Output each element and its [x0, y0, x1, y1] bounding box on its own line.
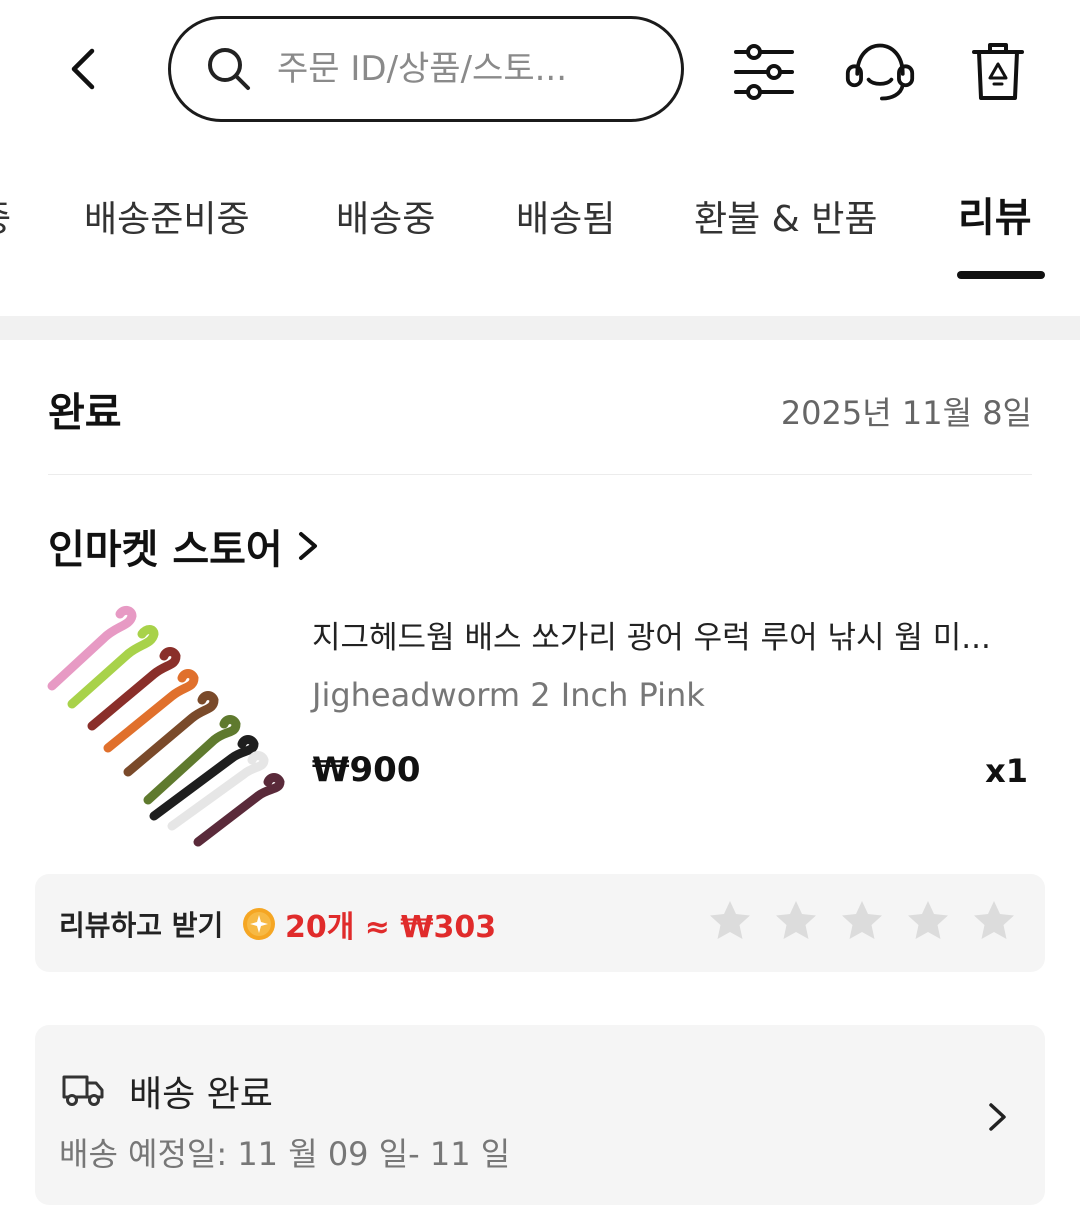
truck-icon: [62, 1075, 104, 1106]
filter-button[interactable]: [728, 36, 800, 108]
star-icon[interactable]: [773, 898, 819, 944]
headset-icon: [845, 43, 915, 101]
search-icon: [208, 48, 250, 90]
search-box[interactable]: [168, 16, 684, 122]
order-status: 완료: [48, 390, 122, 436]
star-icon[interactable]: [839, 898, 885, 944]
star-icon[interactable]: [971, 898, 1017, 944]
section-divider: [0, 316, 1080, 340]
support-button[interactable]: [844, 36, 916, 108]
review-reward-bar[interactable]: 리뷰하고 받기 20개 ≈ ₩303: [35, 874, 1045, 972]
tab-review[interactable]: 리뷰: [958, 188, 1032, 248]
chevron-right-icon: [989, 1103, 1006, 1131]
delivery-status-card[interactable]: 배송 완료 배송 예정일: 11 월 09 일- 11 일: [35, 1025, 1045, 1205]
back-arrow-icon: [71, 48, 95, 90]
store-name: 인마켓 스토어: [48, 527, 283, 573]
tab-partial[interactable]: 중: [0, 190, 11, 250]
orders-page: 중 배송준비중 배송중 배송됨 환불 & 반품 리뷰 완료 2025년 11월 …: [0, 0, 1080, 1227]
tab-preparing[interactable]: 배송준비중: [84, 190, 250, 250]
tab-delivered[interactable]: 배송됨: [516, 190, 615, 250]
top-bar: [0, 0, 1080, 140]
trash-icon: [972, 43, 1024, 100]
active-tab-indicator: [957, 271, 1045, 279]
store-link[interactable]: 인마켓 스토어: [48, 516, 323, 576]
coin-icon: [243, 908, 275, 940]
tab-shipping[interactable]: 배송중: [336, 190, 435, 250]
product-title[interactable]: 지그헤드웜 배스 쏘가리 광어 우럭 루어 낚시 웜 미...: [312, 612, 1032, 657]
order-date: 2025년 11월 8일: [780, 394, 1032, 432]
product-price: ₩900: [312, 750, 421, 790]
tab-refund-return[interactable]: 환불 & 반품: [694, 190, 877, 250]
delivery-estimate: 배송 예정일: 11 월 09 일- 11 일: [59, 1135, 511, 1173]
divider: [48, 474, 1032, 475]
delivery-title: 배송 완료: [129, 1074, 273, 1115]
product-variant: Jigheadworm 2 Inch Pink: [312, 676, 705, 714]
star-icon[interactable]: [707, 898, 753, 944]
back-button[interactable]: [58, 44, 108, 94]
star-icon[interactable]: [905, 898, 951, 944]
trash-button[interactable]: [962, 36, 1034, 108]
search-input[interactable]: [277, 39, 657, 99]
order-status-tabs: 중 배송준비중 배송중 배송됨 환불 & 반품 리뷰: [0, 180, 1080, 290]
chevron-right-icon: [298, 532, 317, 560]
review-prompt: 리뷰하고 받기: [59, 909, 224, 942]
reward-amount: 20개 ≈ ₩303: [285, 910, 497, 945]
product-image[interactable]: [44, 604, 288, 854]
filter-sliders-icon: [734, 44, 794, 100]
star-rating[interactable]: [707, 898, 1017, 944]
product-quantity: x1: [985, 752, 1028, 790]
